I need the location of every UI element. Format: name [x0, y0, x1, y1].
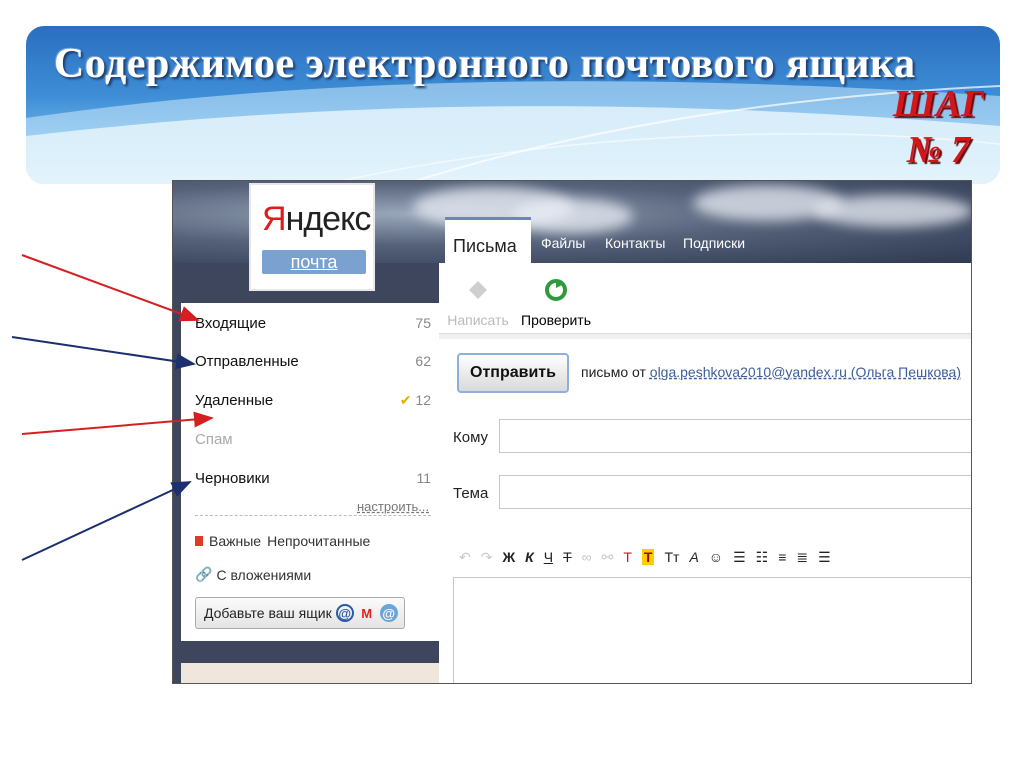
- message-body-editor[interactable]: [453, 577, 971, 683]
- redo-icon[interactable]: ↷: [481, 549, 493, 566]
- compose-button[interactable]: Написать: [443, 277, 513, 328]
- tab-files[interactable]: Файлы: [541, 235, 585, 251]
- text-color-button[interactable]: Т: [623, 549, 632, 565]
- tab-subscriptions[interactable]: Подписки: [683, 235, 745, 251]
- italic-button[interactable]: К: [525, 549, 534, 565]
- slide-title: Содержимое электронного почтового ящика: [54, 41, 916, 87]
- formatting-toolbar: ↶ ↷ Ж К Ч Т ∞ ⚯ Т Т Тт А ☺ ☰ ☷ ≡ ≣ ☰: [459, 545, 831, 569]
- toolbar-divider: [439, 333, 971, 339]
- folder-sent[interactable]: Отправленные 62: [195, 349, 431, 373]
- align-right-icon[interactable]: ☰: [818, 549, 831, 566]
- filter-attachments[interactable]: 🔗 С вложениями: [195, 566, 311, 583]
- yandex-mail-screenshot: Яндекс почта Письма Файлы Контакты Подпи…: [172, 180, 972, 684]
- highlight-color-button[interactable]: Т: [641, 549, 655, 565]
- gmail-icon: M: [361, 605, 373, 621]
- numbered-list-icon[interactable]: ☷: [756, 549, 769, 566]
- tab-contacts[interactable]: Контакты: [605, 235, 665, 251]
- mailru-icon: @: [379, 604, 398, 622]
- folder-count: 11: [416, 470, 431, 486]
- folder-spam[interactable]: Спам: [195, 427, 431, 451]
- filter-unread[interactable]: Непрочитанные: [267, 533, 370, 549]
- mail-service-link[interactable]: почта: [262, 250, 366, 274]
- filter-important[interactable]: Важные: [209, 533, 261, 549]
- setup-folders-link[interactable]: настроить...: [357, 499, 429, 514]
- bulleted-list-icon[interactable]: ☰: [733, 549, 746, 566]
- send-button[interactable]: Отправить: [457, 353, 569, 393]
- compose-icon: [469, 281, 487, 299]
- to-label: Кому: [453, 429, 489, 446]
- yandex-logo[interactable]: Яндекс почта: [249, 183, 375, 291]
- align-center-icon[interactable]: ≣: [796, 549, 808, 566]
- folder-inbox[interactable]: Входящие 75: [195, 311, 431, 335]
- step-number: № 7: [906, 129, 970, 171]
- add-mailbox-button[interactable]: Добавьте ваш ящик @ M @: [195, 597, 405, 629]
- unlink-icon[interactable]: ⚯: [602, 549, 614, 566]
- subject-label: Тема: [453, 485, 489, 502]
- main-tabs: Письма Файлы Контакты Подписки: [439, 211, 971, 263]
- folder-count: 62: [415, 353, 431, 369]
- divider: [195, 515, 431, 516]
- bold-button[interactable]: Ж: [502, 549, 515, 565]
- tab-letters[interactable]: Письма: [445, 217, 531, 263]
- sender-address-select[interactable]: olga.peshkova2010@yandex.ru (Ольга Пешко…: [650, 364, 961, 380]
- compose-pane: Написать Проверить Отправить письмо от o…: [439, 263, 971, 683]
- flag-icon: [195, 536, 203, 546]
- folder-count: 75: [415, 315, 431, 331]
- sender-info: письмо от olga.peshkova2010@yandex.ru (О…: [581, 364, 962, 380]
- at-sign-icon: @: [335, 604, 354, 622]
- folder-deleted[interactable]: Удаленные ✔ 12: [195, 388, 431, 412]
- logo-wordmark: Яндекс: [262, 200, 371, 238]
- refresh-icon: [545, 279, 567, 301]
- folder-list: Входящие 75 Отправленные 62 Удаленные ✔ 1…: [181, 303, 439, 641]
- paperclip-icon: 🔗: [195, 566, 213, 582]
- label-filters: Важные Непрочитанные: [195, 533, 370, 549]
- arrow-to-drafts: [21, 481, 192, 561]
- link-icon[interactable]: ∞: [582, 549, 592, 565]
- font-size-button[interactable]: Тт: [664, 549, 679, 565]
- to-input[interactable]: [499, 419, 971, 453]
- check-mail-button[interactable]: Проверить: [521, 277, 591, 328]
- align-left-icon[interactable]: ≡: [778, 549, 786, 565]
- sidebar-footer: [181, 663, 439, 683]
- clean-checkmark-icon[interactable]: ✔: [400, 392, 412, 408]
- step-label: ШАГ: [892, 83, 984, 125]
- font-family-button[interactable]: А: [689, 549, 698, 565]
- strikethrough-button[interactable]: Т: [563, 549, 572, 565]
- subject-input[interactable]: [499, 475, 971, 509]
- folder-count: 12: [415, 391, 431, 408]
- arrow-to-sent: [11, 336, 196, 370]
- undo-icon[interactable]: ↶: [459, 549, 471, 566]
- underline-button[interactable]: Ч: [544, 549, 553, 565]
- smiley-icon[interactable]: ☺: [709, 549, 723, 565]
- folder-drafts[interactable]: Черновики 11: [195, 466, 431, 490]
